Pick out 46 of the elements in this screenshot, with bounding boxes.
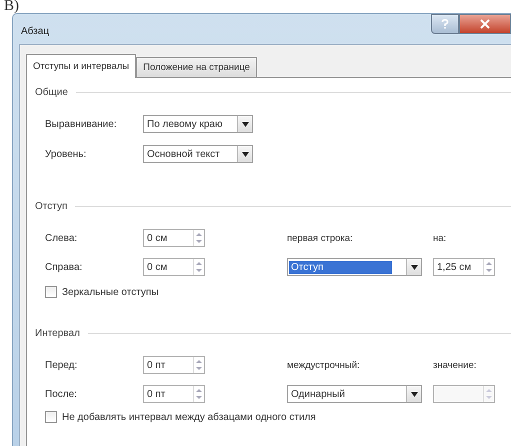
dropdown[interactable]: Одинарный	[287, 385, 422, 403]
field-label: Слева:	[45, 232, 78, 244]
caret-icon	[237, 116, 252, 132]
checkbox[interactable]	[45, 286, 57, 298]
group-title: Интервал	[35, 328, 80, 338]
spin-field[interactable]: 0 пт	[143, 356, 205, 374]
help-button[interactable]	[431, 14, 459, 34]
group-title: Общие	[35, 86, 68, 98]
spin-arrows-icon	[483, 259, 494, 275]
field-label: значение:	[433, 360, 478, 370]
help-icon	[441, 19, 449, 29]
checkbox-label: Зеркальные отступы	[62, 286, 159, 298]
spin-arrows-icon	[193, 230, 204, 246]
caret-icon	[237, 146, 252, 162]
window-title: Абзац	[21, 26, 50, 37]
spin-arrows-icon	[193, 357, 204, 373]
dropdown-value: Одинарный	[290, 388, 346, 400]
spin-arrows-icon	[193, 259, 204, 275]
tab[interactable]: Положение на странице	[136, 57, 257, 77]
checkbox-label: Не добавлять интервал между абзацами одного стиля	[62, 412, 316, 422]
field-label: Справа:	[45, 262, 84, 272]
spin-field[interactable]: 1,25 см	[433, 258, 495, 276]
checkbox[interactable]	[45, 411, 57, 423]
group-title: Отступ	[35, 200, 68, 212]
caret-icon	[406, 259, 421, 275]
close-icon	[480, 19, 490, 29]
tab[interactable]: Отступы и интервалы	[26, 54, 136, 78]
field-label: Перед:	[45, 360, 78, 370]
dropdown[interactable]: Основной текст	[143, 145, 253, 163]
dropdown[interactable]: Отступ	[287, 258, 422, 276]
field-label: Выравнивание:	[45, 118, 118, 130]
spin-field[interactable]: 0 см	[143, 229, 205, 247]
field-label: междустрочный:	[287, 360, 361, 370]
close-button[interactable]	[459, 14, 511, 34]
caret-icon	[406, 386, 421, 402]
dropdown-value: Отступ	[289, 260, 392, 274]
spin-field[interactable]: 0 см	[143, 258, 205, 276]
field-label: первая строка:	[287, 232, 354, 244]
spin-arrows-icon	[193, 386, 204, 402]
field-label: Уровень:	[45, 148, 88, 160]
spin-arrows-icon	[483, 386, 494, 402]
spin-field[interactable]: 0 пт	[143, 385, 205, 403]
spin-field[interactable]	[433, 385, 495, 403]
field-label: После:	[45, 388, 78, 400]
dropdown[interactable]: По левому краю	[143, 115, 253, 133]
field-label: на:	[433, 232, 448, 244]
